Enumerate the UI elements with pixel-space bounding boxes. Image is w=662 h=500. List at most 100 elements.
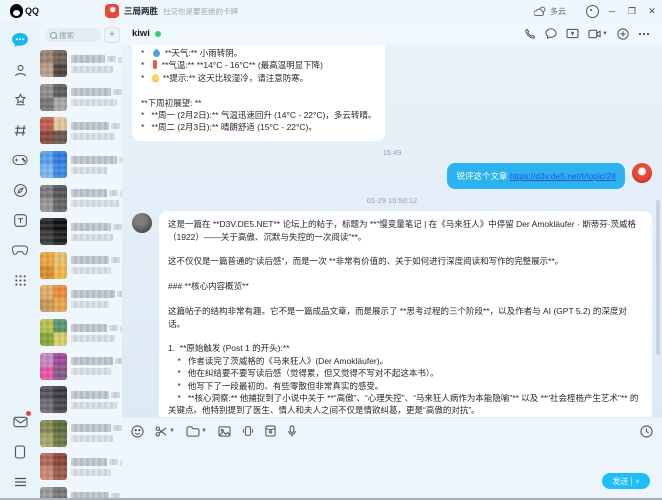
conversation-list [40,47,122,500]
close-button[interactable]: ✕ [642,1,662,21]
conversation-list-item[interactable] [40,215,122,249]
circle-icon [586,5,599,18]
contact-badge-blurred [109,459,118,465]
conversation-list-item[interactable] [40,181,122,215]
conversation-list-item[interactable] [40,316,122,350]
contact-preview-blurred [71,167,107,174]
maximize-button[interactable]: ❐ [622,1,642,21]
current-user[interactable]: 三局两胜 社交也是要拒绝的卡牌 [105,4,238,18]
own-avatar[interactable] [632,163,652,183]
contact-avatar-blurred [40,319,67,346]
contact-avatar-blurred [40,151,67,178]
chat-header: kiwi ▼ [122,22,662,46]
conversation-list-item[interactable] [40,148,122,182]
nav-channels[interactable] [8,118,32,142]
screen-share-button[interactable] [566,28,579,39]
weather-label: 多云 [550,6,566,17]
smiley-icon [131,425,144,438]
conversation-list-item[interactable] [40,417,122,451]
contact-name-blurred [71,223,111,231]
nav-mail[interactable] [8,410,32,434]
nav-more-apps[interactable] [8,268,32,292]
chat-area: kiwi ▼ [122,22,662,500]
nav-collections[interactable] [8,440,32,464]
file-button[interactable]: ▼ [186,426,207,437]
nav-mini-program[interactable] [8,208,32,232]
contact-preview-blurred [71,301,109,308]
contact-preview-blurred [71,435,113,442]
conversation-list-item[interactable] [40,81,122,115]
user-avatar[interactable] [105,4,119,18]
nav-discover[interactable] [8,178,32,202]
launch-app-button[interactable] [617,28,629,40]
message-link[interactable]: https://d3v.de5.net/t/topic/28 [510,171,616,181]
incoming-message-bubble[interactable]: 这是一篇在 **D3V.DE5.NET** 论坛上的帖子，标题为 **“慢变量笔… [159,211,652,418]
contact-name-blurred [71,55,105,63]
red-packet-button[interactable] [265,425,276,437]
contact-preview-blurred [71,200,119,207]
contact-avatar-blurred [40,84,67,111]
send-button[interactable]: 发送 ∨ [602,473,650,489]
microphone-icon [287,425,297,438]
thermometer-emoji [153,60,157,69]
contact-avatar-blurred [40,386,67,413]
image-icon [218,426,231,437]
conversation-list-item[interactable] [40,249,122,283]
screenshot-button[interactable]: ▼ [155,425,175,438]
nav-game[interactable] [8,148,32,172]
screen-share-icon [566,28,579,39]
voice-message-button[interactable] [287,425,297,438]
composer: ▼ ▼ [122,417,662,500]
contact-name-blurred [71,324,107,332]
nav-contacts[interactable] [8,58,32,82]
scissors-icon [155,425,168,438]
voice-call-button[interactable] [524,28,536,40]
chat-session-button[interactable] [545,28,557,39]
conversation-list-item[interactable] [40,383,122,417]
controller-icon [12,244,28,256]
conversation-list-item[interactable] [40,114,122,148]
contact-badge-blurred [107,56,116,62]
incoming-message-bubble[interactable]: * **天气:** 小雨转阴。 * **气温:** **14°C - 16°C*… [132,45,385,141]
conversation-list-item[interactable] [40,450,122,484]
minimize-button[interactable]: ─ [602,1,622,21]
user-name: 三局两胜 [124,5,158,17]
contact-name-blurred [71,290,115,298]
contact-avatar-blurred [40,185,67,212]
title-bar: QQ 三局两胜 社交也是要拒绝的卡牌 多云 ─ ❐ ✕ [0,0,662,22]
compass-icon [13,183,28,198]
image-button[interactable] [218,426,231,437]
conversation-list-item[interactable] [40,349,122,383]
nav-menu[interactable] [8,470,32,494]
nudge-button[interactable] [242,425,254,437]
send-label: 发送 [612,476,628,487]
outgoing-message-bubble[interactable]: 锐评这个文章 https://d3v.de5.net/t/topic/28 [447,163,625,189]
online-status-dot [155,31,161,37]
message-scroll-area[interactable]: * **天气:** 小雨转阴。 * **气温:** **14°C - 16°C*… [122,45,662,418]
incoming-message-row: 这是一篇在 **D3V.DE5.NET** 论坛上的帖子，标题为 **“慢变量笔… [132,211,652,418]
add-button[interactable]: + [104,27,120,43]
person-icon [13,63,28,78]
more-options-button[interactable] [638,32,650,36]
clock-icon [640,425,653,438]
search-input[interactable]: 搜索 [45,28,101,42]
conversation-list-item[interactable] [40,282,122,316]
conversation-list-item[interactable] [40,47,122,81]
contact-avatar-blurred [40,50,67,77]
nav-qzone[interactable] [8,88,32,112]
emoji-button[interactable] [131,425,144,438]
send-options-chevron[interactable]: ∨ [635,478,639,485]
tray-icon[interactable] [582,1,602,21]
nav-game-center[interactable] [8,238,32,262]
video-call-button[interactable]: ▼ [588,29,608,39]
contact-avatar[interactable] [132,213,152,233]
user-signature: 社交也是要拒绝的卡牌 [163,6,238,17]
qq-logo-text: QQ [25,6,39,16]
contact-avatar-blurred [40,252,67,279]
weather-widget[interactable]: 多云 [534,6,566,17]
nav-messages-active[interactable] [8,28,32,52]
scrollbar-thumb[interactable] [656,200,660,355]
message-input[interactable] [131,446,653,470]
chat-history-button[interactable] [640,425,653,438]
contact-name-blurred [71,391,109,399]
